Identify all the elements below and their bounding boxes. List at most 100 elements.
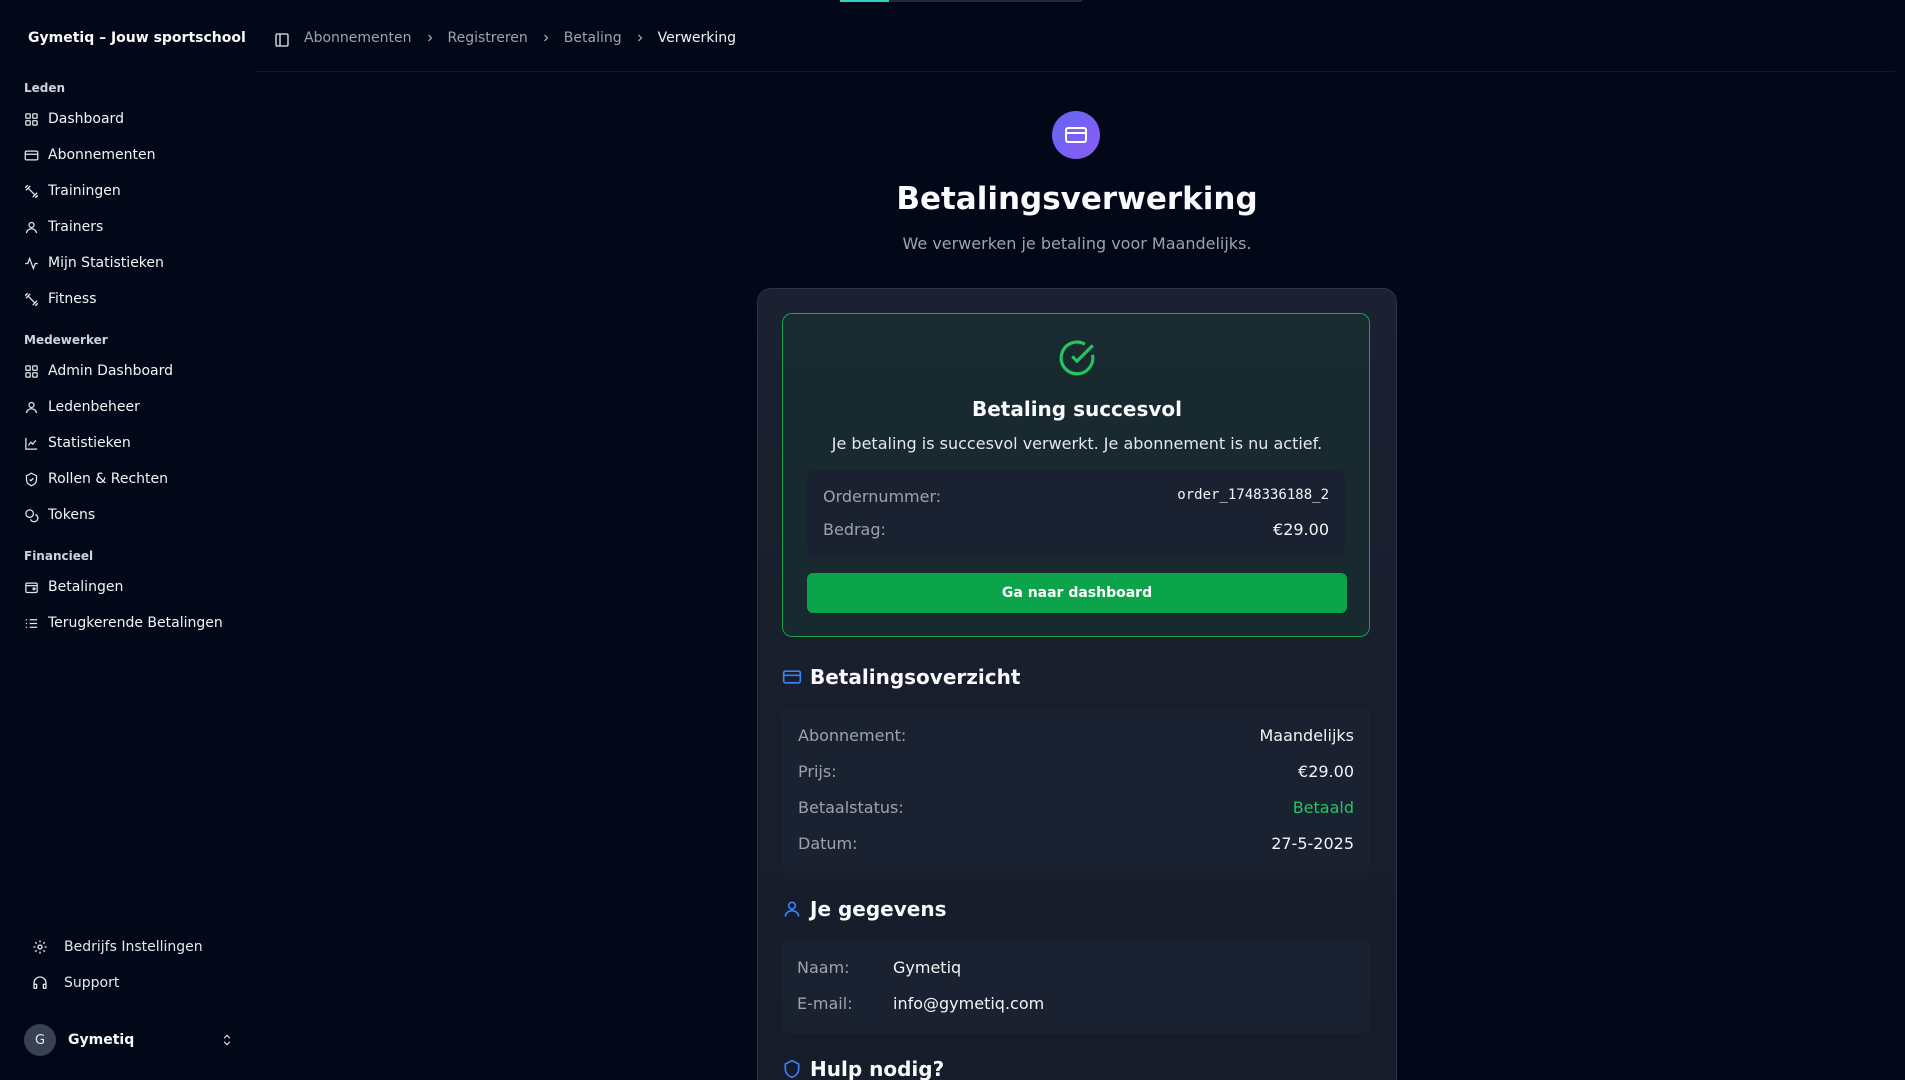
success-message: Je betaling is succesvol verwerkt. Je ab… [831,434,1323,453]
chevron-right-icon [427,34,432,42]
list-icon [25,618,38,628]
breadcrumb-betaling[interactable]: Betaling [564,30,622,46]
sidebar-item-dashboard[interactable]: Dashboard [24,105,124,133]
sidebar-item-label: Statistieken [48,435,131,451]
amount-label: Bedrag: [823,520,886,539]
overview-label: Prijs: [798,762,837,781]
breadcrumb-registreren[interactable]: Registreren [448,30,528,46]
sidebar-footer-support[interactable]: Support [32,969,119,997]
overview-value: €29.00 [1298,762,1354,781]
order-number-label: Ordernummer: [823,487,942,506]
overview-value: 27-5-2025 [1271,834,1354,853]
sidebar-item-label: Mijn Statistieken [48,255,164,271]
overview-label: Betaalstatus: [798,798,904,817]
details-row-email: E-mail: info@gymetiq.com [797,994,1044,1013]
sidebar-item-abonnementen[interactable]: Abonnementen [24,141,156,169]
payment-success-box: Betaling succesvol Je betaling is succes… [782,313,1370,637]
overview-label: Abonnement: [798,726,907,745]
chevron-right-icon [637,34,642,42]
breadcrumb: Abonnementen Registreren Betaling Verwer… [304,30,736,46]
details-label: Naam: [797,958,850,977]
sidebar-item-tokens[interactable]: Tokens [24,501,95,529]
credit-card-icon [1065,127,1087,143]
go-to-dashboard-button[interactable]: Ga naar dashboard [807,573,1347,613]
payment-overview-heading: Betalingsoverzicht [782,665,1020,689]
sidebar-item-trainers[interactable]: Trainers [24,213,103,241]
order-number-value: order_1748336188_2 [1177,487,1329,503]
credit-card-icon [24,150,39,160]
sidebar-toggle-icon[interactable] [274,32,290,48]
sidebar-group-label-financieel: Financieel [24,549,94,563]
status-badge: Betaald [1292,798,1354,817]
dumbbell-icon [24,292,39,306]
grid-icon [25,112,38,126]
credit-card-icon [782,670,802,684]
chevron-right-icon [543,34,549,42]
sidebar-group-label-medewerker: Medewerker [24,333,108,347]
sidebar-item-admin-dashboard[interactable]: Admin Dashboard [24,357,173,385]
overview-row-datum: Datum: 27-5-2025 [798,834,1354,853]
sidebar-item-label: Admin Dashboard [48,363,174,379]
coins-icon [25,508,39,522]
page-title: Betalingsverwerking [896,181,1258,217]
sidebar-item-label: Terugkerende Betalingen [48,615,223,631]
order-summary: Ordernummer: order_1748336188_2 Bedrag: … [807,470,1345,557]
sidebar-item-terugkerende-betalingen[interactable]: Terugkerende Betalingen [24,609,223,637]
sidebar-item-label: Dashboard [48,111,124,127]
chevrons-up-down-icon [223,1034,231,1046]
shield-icon [25,472,38,486]
sidebar-item-betalingen[interactable]: Betalingen [24,573,123,601]
user-icon [25,401,38,413]
sidebar-item-label: Tokens [48,507,96,523]
sidebar-footer-bedrijfs-instellingen[interactable]: Bedrijfs Instellingen [32,933,203,961]
overview-label: Datum: [798,834,858,853]
user-menu[interactable]: G Gymetiq [24,1023,234,1057]
sidebar-item-statistieken[interactable]: Statistieken [24,429,131,457]
details-value: info@gymetiq.com [893,994,1045,1013]
help-title: Hulp nodig? [810,1057,945,1080]
amount-row: Bedrag: €29.00 [823,520,1329,539]
activity-icon [25,256,38,270]
details-label: E-mail: [797,994,853,1013]
sidebar-group-label-leden: Leden [24,81,66,95]
details-row-naam: Naam: Gymetiq [797,958,961,977]
sidebar-item-mijn-statistieken[interactable]: Mijn Statistieken [24,249,164,277]
details-value: Gymetiq [893,958,962,977]
wallet-icon [25,582,38,593]
payment-overview-panel: Abonnement: Maandelijks Prijs: €29.00 Be… [782,709,1370,873]
headset-icon [33,976,47,989]
amount-value: €29.00 [1273,520,1329,539]
payment-hero-badge [1052,111,1100,159]
order-number-row: Ordernummer: order_1748336188_2 [823,487,1329,506]
sidebar-footer-label: Bedrijfs Instellingen [64,939,203,955]
sidebar-item-trainingen[interactable]: Trainingen [24,177,121,205]
sidebar-item-rollen-rechten[interactable]: Rollen & Rechten [24,465,168,493]
chart-icon [25,437,38,450]
overview-row-betaalstatus: Betaalstatus: Betaald [798,798,1354,817]
check-circle-icon [1059,340,1095,376]
avatar: G [24,1024,56,1056]
brand-name: Gymetiq – Jouw sportschool [28,30,246,46]
sidebar-footer-label: Support [64,975,120,991]
help-heading: Hulp nodig? [782,1057,944,1080]
grid-icon [25,364,38,378]
gear-icon [33,940,47,954]
dumbbell-icon [24,184,39,198]
sidebar: Gymetiq – Jouw sportschool Leden Dashboa… [0,0,255,1080]
breadcrumb-abonnementen[interactable]: Abonnementen [304,30,412,46]
sidebar-item-label: Abonnementen [48,147,156,163]
sidebar-item-ledenbeheer[interactable]: Ledenbeheer [24,393,140,421]
overview-row-prijs: Prijs: €29.00 [798,762,1354,781]
sidebar-item-label: Rollen & Rechten [48,471,169,487]
sidebar-item-label: Fitness [48,291,97,307]
overview-row-abonnement: Abonnement: Maandelijks [798,726,1354,745]
breadcrumb-verwerking: Verwerking [657,30,737,46]
user-icon [784,901,800,917]
sidebar-item-label: Ledenbeheer [48,399,140,415]
sidebar-item-label: Trainers [48,219,104,235]
sidebar-item-fitness[interactable]: Fitness [24,285,97,313]
sidebar-item-label: Betalingen [48,579,124,595]
shield-icon [784,1059,800,1079]
your-details-title: Je gegevens [810,897,947,921]
success-title: Betaling succesvol [971,397,1183,421]
